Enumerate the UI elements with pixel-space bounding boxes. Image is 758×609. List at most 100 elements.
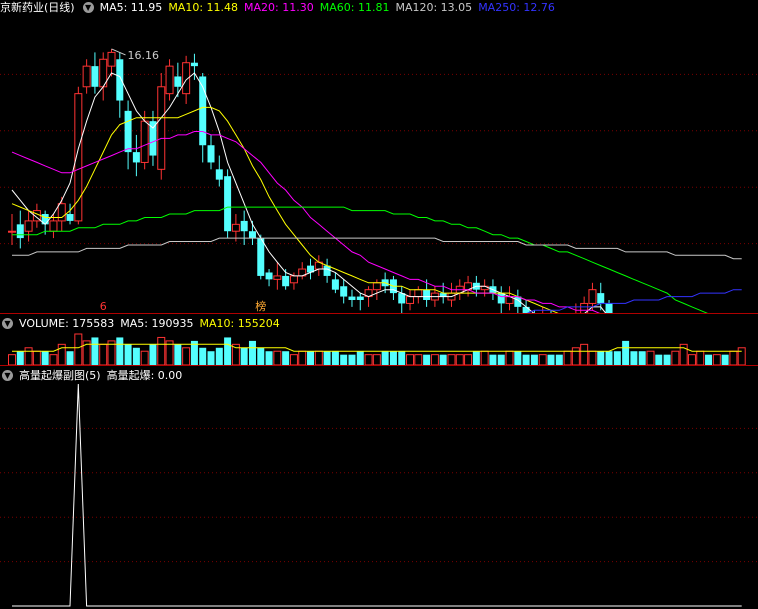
sub-indicator-chart[interactable] <box>0 366 758 609</box>
volume-indicators: VOLUME: 175583 MA5: 190935 MA10: 155204 <box>19 317 286 330</box>
volume-bar-42 <box>356 351 364 365</box>
volume-bar-17 <box>149 344 157 365</box>
volume-bar-67 <box>563 350 572 366</box>
volume-bar-3 <box>32 350 41 366</box>
volume-bar-29 <box>248 340 256 365</box>
volume-bar-84 <box>705 354 713 365</box>
candle-body-70 <box>588 289 597 304</box>
volume-bar-26 <box>224 337 232 365</box>
candle-body-31 <box>265 272 273 280</box>
volume-bar-55 <box>464 354 473 366</box>
candle-body-25 <box>215 169 223 180</box>
volume-bar-23 <box>199 347 207 365</box>
candle-body-48 <box>406 296 415 304</box>
volume-bar-41 <box>348 354 356 365</box>
volume-bar-30 <box>257 347 265 365</box>
price-panel[interactable]: 京新药业(日线) ▼ MA5: 11.95 MA10: 11.48 MA20: 11.3… <box>0 0 758 314</box>
candle-body-32 <box>273 275 282 280</box>
volume-bar-86 <box>721 354 729 365</box>
volume-bar-50 <box>423 354 431 365</box>
volume-bar-68 <box>571 347 580 366</box>
volume-bar-53 <box>447 354 456 366</box>
sub-header-chevron-icon[interactable]: ▼ <box>2 369 13 381</box>
candle-body-12 <box>107 51 116 67</box>
volume-bar-14 <box>124 344 132 365</box>
price-chart[interactable]: 16.166榜财 <box>0 0 758 314</box>
volume-bar-32 <box>273 350 282 366</box>
candle-body-30 <box>257 238 265 276</box>
volume-header-chevron-icon[interactable]: ▼ <box>2 317 13 329</box>
sub-indicator-panel[interactable]: ▼ 高量起爆副图(5) 高量起爆: 0.00 <box>0 366 758 609</box>
volume-bar-18 <box>157 336 166 366</box>
volume-bar-79 <box>663 354 671 365</box>
price-header-chevron-icon[interactable]: ▼ <box>82 1 94 13</box>
candle-body-41 <box>348 296 356 300</box>
indicator-2: MA10: 155204 <box>199 317 280 330</box>
volume-bar-70 <box>588 350 597 366</box>
volume-bar-24 <box>207 351 215 365</box>
volume-panel[interactable]: ▼ VOLUME: 175583 MA5: 190935 MA10: 155204 <box>0 314 758 366</box>
volume-bar-60 <box>505 350 514 366</box>
volume-bar-38 <box>323 351 331 365</box>
volume-bar-46 <box>389 351 397 365</box>
candle-body-52 <box>439 293 447 297</box>
indicator-0: 高量起爆副图(5) <box>19 369 101 382</box>
volume-bar-57 <box>480 350 489 366</box>
sub-indicator-line <box>12 383 742 607</box>
volume-bar-71 <box>597 351 605 365</box>
candle-body-72 <box>605 303 613 314</box>
volume-header: ▼ VOLUME: 175583 MA5: 190935 MA10: 155204 <box>0 316 292 331</box>
candle-body-33 <box>282 275 290 287</box>
volume-bar-40 <box>340 354 348 365</box>
candle-body-16 <box>140 120 149 163</box>
candle-body-40 <box>340 286 348 297</box>
volume-bar-0 <box>8 354 16 366</box>
volume-bar-78 <box>655 354 663 365</box>
volume-bar-16 <box>140 350 149 366</box>
indicator-0: MA5: 11.95 <box>99 1 163 14</box>
volume-bar-31 <box>265 351 273 365</box>
candle-body-27 <box>231 223 240 232</box>
candle-body-5 <box>49 220 58 232</box>
volume-bar-4 <box>41 351 49 365</box>
volume-bar-25 <box>215 347 223 365</box>
volume-bar-36 <box>307 351 315 365</box>
volume-bar-45 <box>381 351 389 365</box>
volume-bar-66 <box>555 354 563 365</box>
indicator-1: 高量起爆: 0.00 <box>106 369 183 382</box>
volume-bar-28 <box>240 347 248 365</box>
volume-bar-48 <box>406 354 415 366</box>
volume-bar-7 <box>66 351 74 365</box>
sub-header: ▼ 高量起爆副图(5) 高量起爆: 0.00 <box>0 368 194 383</box>
candle-body-15 <box>132 152 140 163</box>
volume-bar-74 <box>622 340 630 365</box>
volume-bar-52 <box>439 354 447 365</box>
volume-bar-76 <box>638 351 646 365</box>
volume-bar-64 <box>538 354 547 366</box>
candle-body-44 <box>372 282 381 291</box>
volume-bar-47 <box>398 351 406 365</box>
candle-body-13 <box>116 59 124 101</box>
indicator-4: MA120: 13.05 <box>395 1 473 14</box>
volume-bar-51 <box>430 354 439 366</box>
candle-body-10 <box>91 66 99 87</box>
volume-bar-72 <box>605 351 613 365</box>
candle-body-42 <box>356 296 364 300</box>
candle-body-14 <box>124 110 132 153</box>
volume-bar-63 <box>530 354 538 365</box>
volume-bar-54 <box>455 354 464 366</box>
price-header: 京新药业(日线) ▼ MA5: 11.95 MA10: 11.48 MA20: 11.3… <box>0 0 567 15</box>
volume-bar-20 <box>174 344 182 365</box>
volume-bar-83 <box>696 350 705 366</box>
sub-indicators: 高量起爆副图(5) 高量起爆: 0.00 <box>19 369 188 382</box>
volume-bar-5 <box>49 354 58 366</box>
volume-bar-8 <box>74 333 83 366</box>
volume-bar-77 <box>646 350 655 366</box>
candle-body-20 <box>174 76 182 87</box>
candle-body-7 <box>66 214 74 221</box>
volume-bar-82 <box>687 354 696 366</box>
indicator-3: MA60: 11.81 <box>319 1 390 14</box>
volume-bar-13 <box>116 337 124 365</box>
volume-bar-87 <box>729 350 738 366</box>
candle-body-0 <box>8 230 16 233</box>
